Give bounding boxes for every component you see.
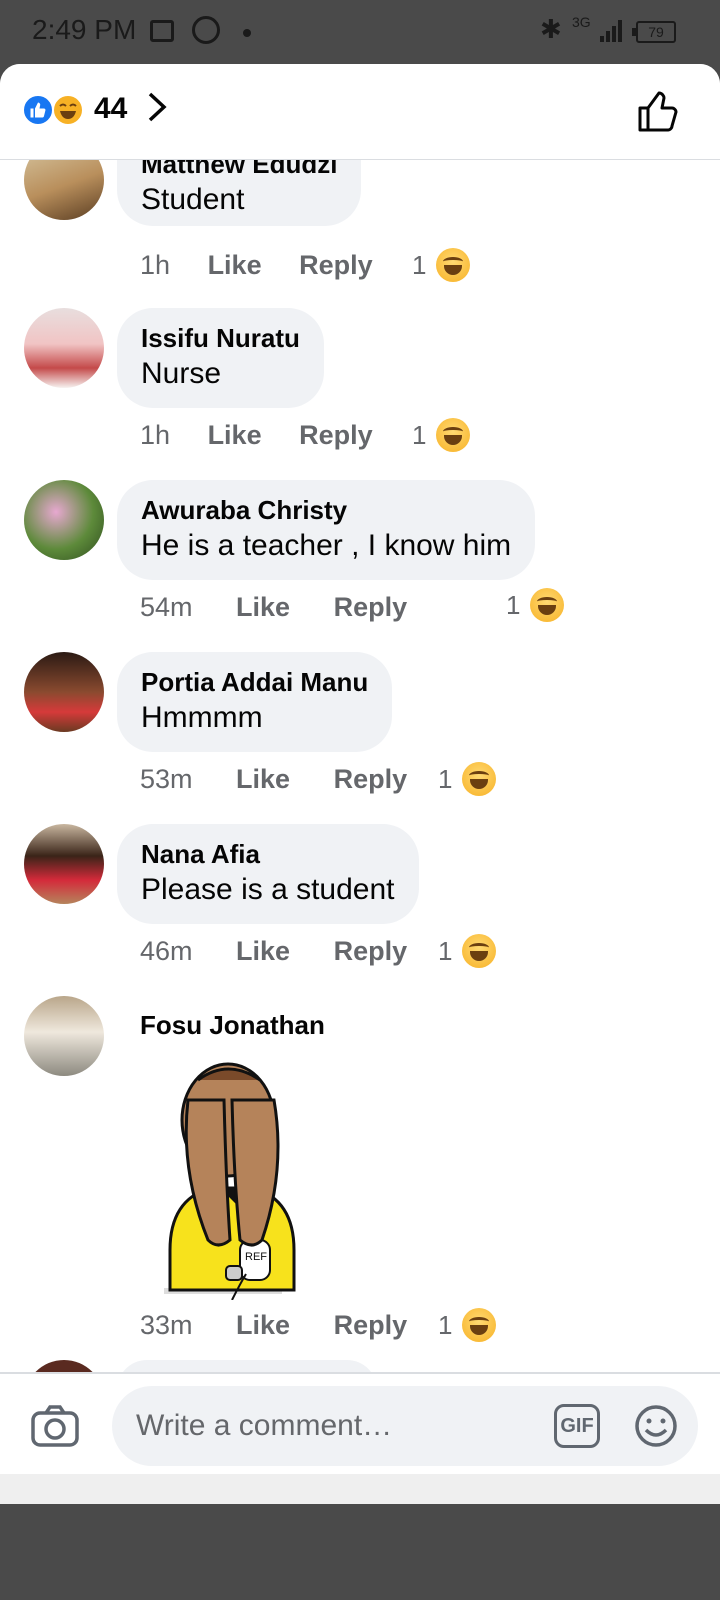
comment-time: 1h: [140, 420, 171, 450]
reply-button[interactable]: Reply: [334, 936, 408, 967]
haha-reaction-icon: [462, 934, 496, 968]
like-post-button[interactable]: [636, 90, 680, 134]
comments-sheet: 44 Matthew Edudzi Student 1h Like Reply …: [0, 64, 720, 1504]
like-comment-button[interactable]: Like: [208, 420, 262, 451]
comment-bubble[interactable]: Issifu Nuratu Nurse: [117, 308, 324, 408]
comment-input[interactable]: [112, 1386, 698, 1466]
emoji-icon[interactable]: [634, 1404, 678, 1448]
camera-icon[interactable]: [30, 1404, 80, 1448]
comment-reaction-count[interactable]: 1: [438, 1310, 452, 1341]
like-reaction-icon: [22, 94, 54, 126]
avatar[interactable]: [24, 160, 104, 220]
comment-actions: 46m Like Reply: [140, 936, 407, 967]
avatar[interactable]: [24, 308, 104, 388]
comment-actions: 33m Like Reply: [140, 1310, 407, 1341]
status-bar: 2:49 PM ✱ 3G 79: [0, 0, 720, 64]
comment-reaction-count[interactable]: 1: [412, 420, 426, 451]
like-comment-button[interactable]: Like: [236, 764, 290, 795]
comment-time: 53m: [140, 764, 193, 794]
like-comment-button[interactable]: Like: [236, 592, 290, 623]
gif-button[interactable]: GIF: [554, 1404, 600, 1448]
comment-actions: 1h Like Reply: [140, 250, 373, 281]
comment-text: Nurse: [141, 357, 222, 390]
chevron-right-icon: [146, 90, 168, 133]
commenter-name[interactable]: Portia Addai Manu: [141, 666, 368, 698]
reaction-count: 44: [94, 92, 128, 125]
like-comment-button[interactable]: Like: [236, 1310, 290, 1341]
avatar[interactable]: [24, 996, 104, 1076]
battery-icon: 79: [632, 21, 676, 43]
haha-reaction-icon: [436, 418, 470, 452]
comment-time: 46m: [140, 936, 193, 966]
comment-reaction-count[interactable]: 1: [412, 250, 426, 281]
comment-text: Student: [141, 183, 245, 216]
haha-reaction-icon: [52, 94, 84, 126]
comment-actions: 53m Like Reply: [140, 764, 407, 795]
signal-strength-icon: [600, 20, 624, 42]
svg-text:REF: REF: [245, 1251, 267, 1263]
like-comment-button[interactable]: Like: [236, 936, 290, 967]
reply-button[interactable]: Reply: [334, 592, 408, 623]
reply-button[interactable]: Reply: [299, 250, 373, 281]
comment-reaction-count[interactable]: 1: [506, 590, 520, 621]
commenter-name[interactable]: Matthew Edudzi: [141, 160, 337, 180]
avatar[interactable]: [24, 824, 104, 904]
commenter-name[interactable]: Nana Afia: [141, 838, 395, 870]
comments-list: Matthew Edudzi Student 1h Like Reply 1 I…: [0, 160, 720, 1380]
reply-button[interactable]: Reply: [334, 764, 408, 795]
comment-reaction-count[interactable]: 1: [438, 764, 452, 795]
haha-reaction-icon: [462, 762, 496, 796]
comment-bubble[interactable]: Nana Afia Please is a student: [117, 824, 419, 924]
comment-text: Please is a student: [141, 873, 395, 906]
comment-text: Hmmmm: [141, 701, 263, 734]
network-type: 3G: [572, 14, 591, 30]
comment-composer: GIF: [0, 1372, 720, 1474]
comment-reaction-count[interactable]: 1: [438, 936, 452, 967]
reply-button[interactable]: Reply: [334, 1310, 408, 1341]
commenter-name[interactable]: Issifu Nuratu: [141, 322, 300, 354]
haha-reaction-icon: [436, 248, 470, 282]
bluetooth-icon: ✱: [540, 14, 562, 44]
like-comment-button[interactable]: Like: [208, 250, 262, 281]
comment-bubble[interactable]: Matthew Edudzi Student: [117, 160, 362, 226]
comment-bubble[interactable]: Portia Addai Manu Hmmmm: [117, 652, 393, 752]
haha-reaction-icon: [530, 588, 564, 622]
comment-time: 33m: [140, 1310, 193, 1340]
referee-sticker[interactable]: REF: [160, 1060, 310, 1301]
more-notifications-dot-icon: [243, 29, 251, 37]
comment-actions: 1h Like Reply: [140, 420, 373, 451]
gallery-notification-icon: [150, 20, 174, 42]
avatar[interactable]: [24, 652, 104, 732]
reactions-header[interactable]: 44: [0, 64, 720, 160]
status-time: 2:49 PM: [32, 14, 137, 45]
commenter-name[interactable]: Awuraba Christy: [141, 494, 511, 526]
comment-text: He is a teacher , I know him: [141, 529, 512, 562]
avatar[interactable]: [24, 480, 104, 560]
comment-bubble[interactable]: Awuraba Christy He is a teacher , I know…: [117, 480, 536, 580]
whatsapp-notification-icon: [192, 16, 220, 44]
comment-time: 54m: [140, 592, 193, 622]
commenter-name[interactable]: Fosu Jonathan: [140, 1010, 325, 1041]
comment-time: 1h: [140, 250, 171, 280]
haha-reaction-icon: [462, 1308, 496, 1342]
reply-button[interactable]: Reply: [299, 420, 373, 451]
system-nav-bar: [0, 1474, 720, 1504]
comment-actions: 54m Like Reply: [140, 592, 407, 623]
